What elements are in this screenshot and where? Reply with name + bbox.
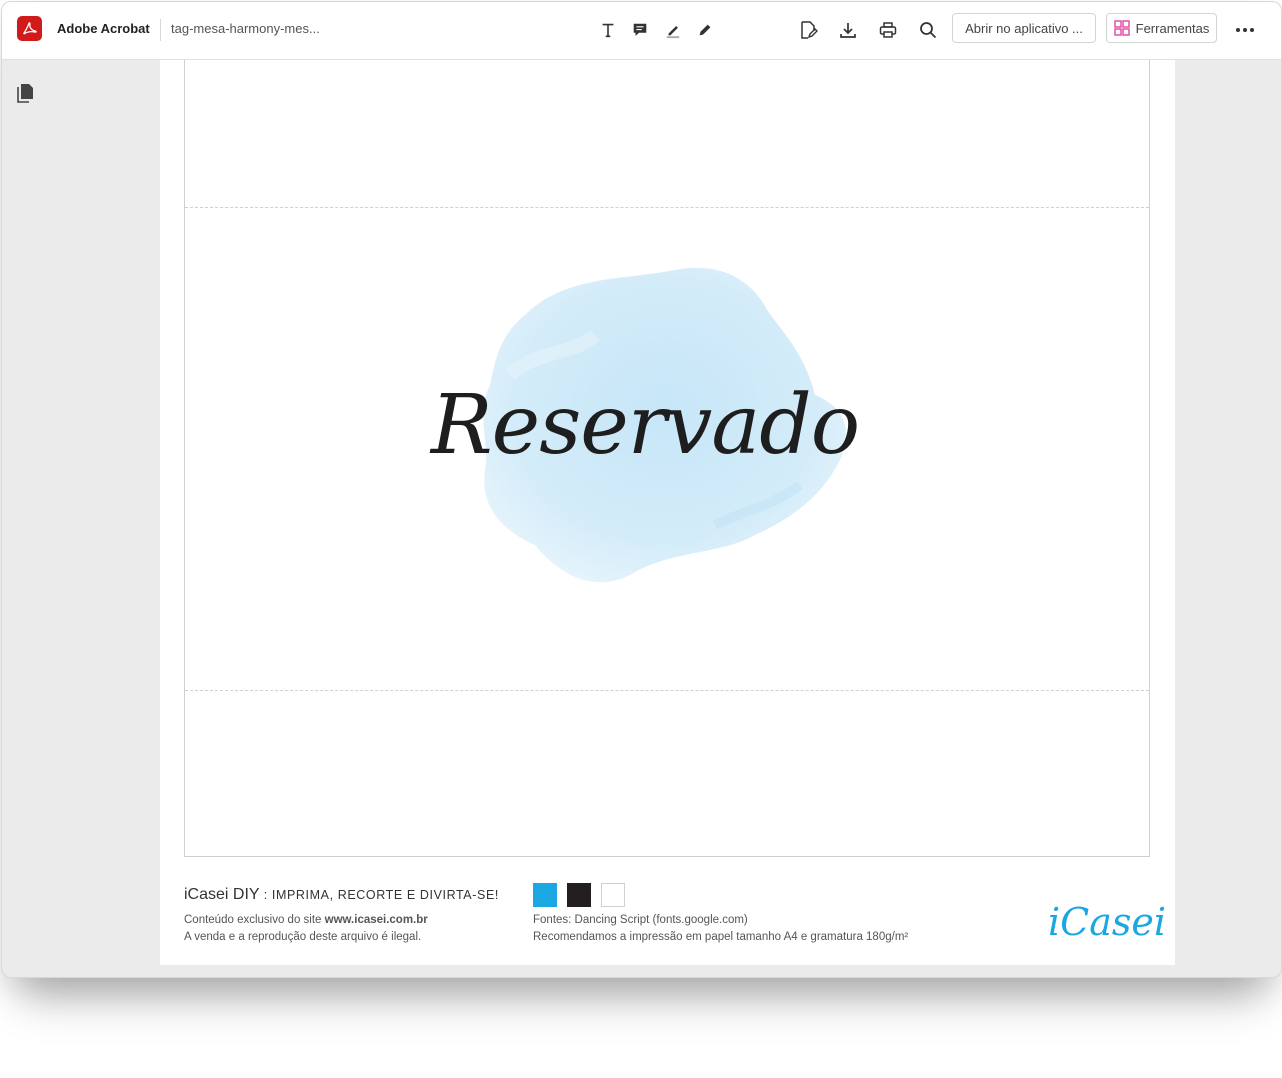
toolbar-divider bbox=[160, 19, 161, 41]
draw-pencil-icon[interactable] bbox=[691, 16, 719, 44]
tools-button[interactable]: Ferramentas bbox=[1106, 13, 1217, 43]
color-swatch bbox=[567, 883, 591, 907]
footer-exclusive: Conteúdo exclusivo do site www.icasei.co… bbox=[184, 912, 428, 929]
search-icon[interactable] bbox=[914, 16, 942, 44]
footer-brand-line: iCasei DIY : IMPRIMA, RECORTE E DIVIRTA-… bbox=[184, 886, 499, 904]
comment-icon[interactable] bbox=[626, 16, 654, 44]
color-swatch bbox=[601, 883, 625, 907]
adobe-acrobat-logo-icon[interactable] bbox=[17, 16, 42, 41]
footer-tagline: : IMPRIMA, RECORTE E DIVIRTA-SE! bbox=[263, 888, 499, 902]
icasei-logo: iCasei bbox=[1048, 900, 1167, 944]
footer-right-text: Fontes: Dancing Script (fonts.google.com… bbox=[533, 912, 908, 946]
open-in-app-button[interactable]: Abrir no aplicativo ... bbox=[952, 13, 1096, 43]
tools-button-label: Ferramentas bbox=[1135, 20, 1210, 36]
footer-legal: A venda e a reprodução deste arquivo é i… bbox=[184, 931, 422, 943]
fold-line-bottom bbox=[185, 690, 1149, 691]
add-text-icon[interactable] bbox=[594, 16, 622, 44]
download-icon[interactable] bbox=[834, 16, 862, 44]
footer-brand: iCasei DIY bbox=[184, 886, 260, 903]
pdf-page: Reservado iCasei DIY : IMPRIMA, RECORTE … bbox=[160, 60, 1175, 965]
acrobat-window: Adobe Acrobat tag-mesa-harmony-mes... Ab… bbox=[1, 1, 1282, 978]
app-name: Adobe Acrobat bbox=[57, 21, 150, 36]
footer-recommendation: Recomendamos a impressão em papel tamanh… bbox=[533, 931, 909, 943]
footer-site: www.icasei.com.br bbox=[324, 914, 428, 926]
footer-left-text: Conteúdo exclusivo do site www.icasei.co… bbox=[184, 912, 428, 946]
tools-grid-icon bbox=[1113, 20, 1130, 36]
footer-exclusive-prefix: Conteúdo exclusivo do site bbox=[184, 914, 325, 926]
footer-fonts: Fontes: Dancing Script (fonts.google.com… bbox=[533, 914, 748, 926]
fill-sign-icon[interactable] bbox=[794, 16, 822, 44]
top-toolbar: Adobe Acrobat tag-mesa-harmony-mes... Ab… bbox=[2, 2, 1281, 60]
more-options-icon[interactable] bbox=[1230, 16, 1260, 44]
color-swatch bbox=[533, 883, 557, 907]
reserved-title: Reservado bbox=[430, 378, 860, 473]
print-icon[interactable] bbox=[874, 16, 902, 44]
document-name[interactable]: tag-mesa-harmony-mes... bbox=[171, 21, 320, 36]
fold-line-top bbox=[185, 207, 1149, 208]
page-thumbnails-icon[interactable] bbox=[16, 83, 36, 103]
highlight-icon[interactable] bbox=[659, 16, 687, 44]
